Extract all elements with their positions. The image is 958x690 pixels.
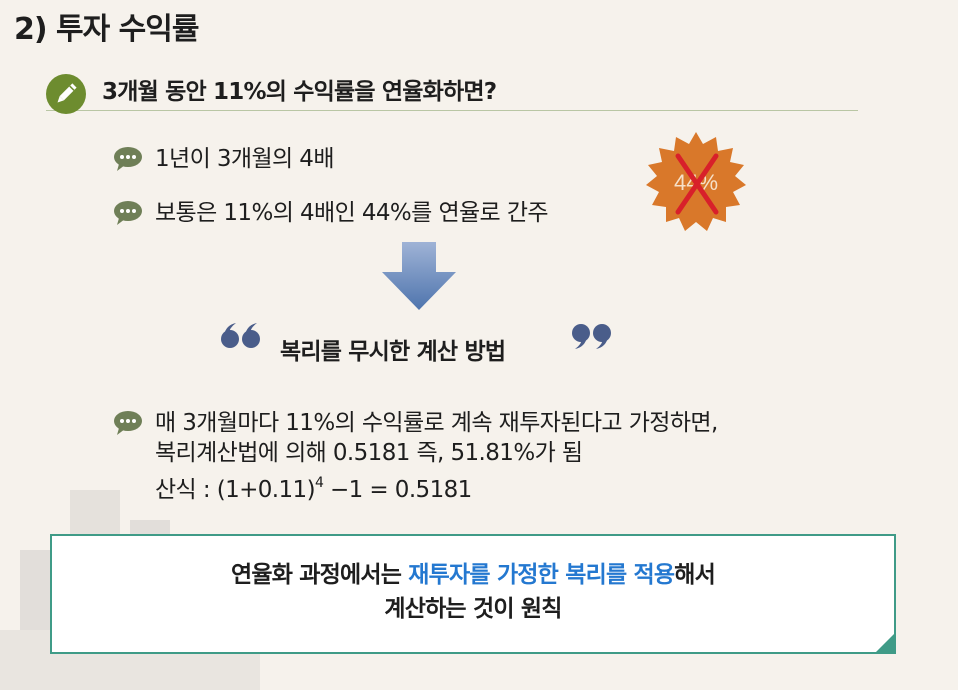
speech-bubble-icon <box>114 147 142 171</box>
speech-bubble-icon <box>114 411 142 435</box>
explanation-line-1: 매 3개월마다 11%의 수익률로 계속 재투자된다고 가정하면, <box>155 410 718 436</box>
speech-bubble-icon <box>114 201 142 225</box>
bullet-item: 매 3개월마다 11%의 수익률로 계속 재투자된다고 가정하면, 복리계산법에… <box>113 408 718 505</box>
conclusion-part-2: 해서 <box>674 562 716 588</box>
explanation-line-2: 복리계산법에 의해 0.5181 즉, 51.81%가 됨 <box>155 440 583 466</box>
compound-explanation: 매 3개월마다 11%의 수익률로 계속 재투자된다고 가정하면, 복리계산법에… <box>155 408 718 505</box>
question-text: 3개월 동안 11%의 수익률을 연율화하면? <box>102 79 497 105</box>
page-title: 2) 투자 수익률 <box>14 12 199 47</box>
question-row: 3개월 동안 11%의 수익률을 연율화하면? <box>46 70 858 114</box>
conclusion-highlight: 재투자를 가정한 복리를 적용 <box>408 562 675 588</box>
bullet-text: 보통은 11%의 4배인 44%를 연율로 간주 <box>155 200 549 226</box>
bullet-item: 보통은 11%의 4배인 44%를 연율로 간주 <box>113 198 549 228</box>
down-arrow-icon <box>382 242 456 310</box>
conclusion-part-1: 연율화 과정에서는 <box>231 562 409 588</box>
conclusion-text: 연율화 과정에서는 재투자를 가정한 복리를 적용해서 계산하는 것이 원칙 <box>52 558 894 626</box>
conclusion-box: 연율화 과정에서는 재투자를 가정한 복리를 적용해서 계산하는 것이 원칙 <box>50 534 896 654</box>
quote-icon <box>221 323 260 348</box>
compound-heading: 복리를 무시한 계산 방법 <box>280 339 506 365</box>
quote-icon <box>572 324 611 349</box>
formula-prefix: 산식 : (1+0.11) <box>155 477 316 503</box>
formula: 산식 : (1+0.11)4 −1 = 0.5181 <box>155 468 718 505</box>
pencil-icon <box>46 74 86 114</box>
formula-suffix: −1 = 0.5181 <box>323 477 472 503</box>
bullet-text: 1년이 3개월의 4배 <box>155 146 334 172</box>
rejected-stamp: 44% <box>646 132 746 231</box>
corner-fold-icon <box>874 632 896 654</box>
bullet-item: 1년이 3개월의 4배 <box>113 144 334 174</box>
conclusion-line-2: 계산하는 것이 원칙 <box>384 596 562 622</box>
